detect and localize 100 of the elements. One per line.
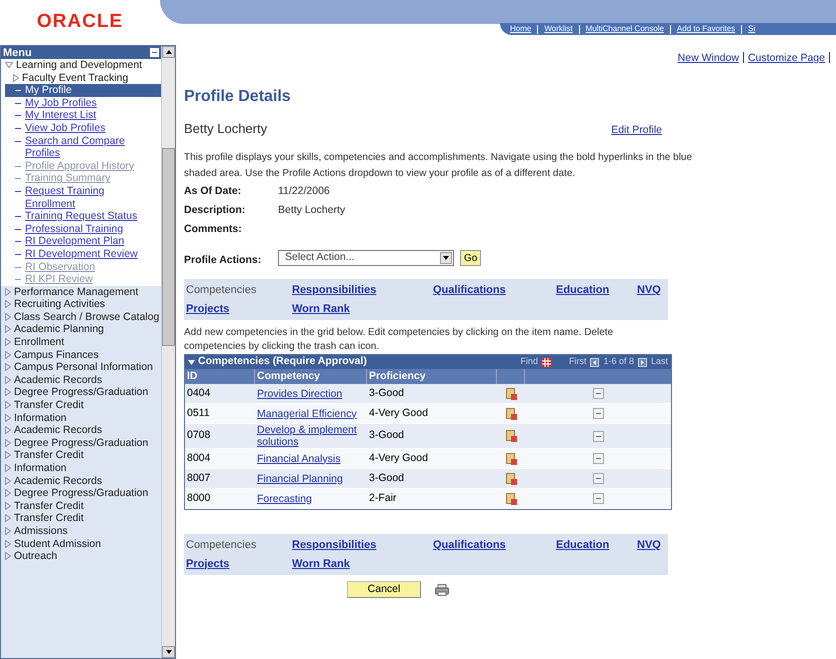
- section-tab[interactable]: NVQ: [637, 282, 667, 298]
- menu-folder[interactable]: Information: [14, 412, 67, 424]
- menu-folder[interactable]: Enrollment: [14, 336, 64, 349]
- table-cell: 0404: [185, 384, 255, 404]
- go-button[interactable]: Go: [460, 250, 482, 266]
- delete-row-icon[interactable]: [592, 388, 604, 399]
- down-arrow-icon[interactable]: [166, 650, 172, 654]
- person-name: Betty Locherty: [184, 120, 268, 138]
- menu-link[interactable]: Search and Compare Profiles: [5, 134, 161, 160]
- section-tab[interactable]: Competencies: [186, 537, 292, 554]
- menu-link[interactable]: My Job Profiles: [5, 96, 161, 110]
- edit-document-icon[interactable]: [506, 492, 516, 504]
- menu-folder[interactable]: Recruiting Activities: [14, 298, 106, 311]
- edit-profile-link[interactable]: Edit Profile: [611, 122, 662, 138]
- menu-link[interactable]: Professional Training: [5, 222, 161, 236]
- header-link[interactable]: Worklist: [544, 23, 573, 35]
- menu-title: Menu: [3, 46, 32, 58]
- edit-document-icon[interactable]: [506, 388, 516, 400]
- table-cell: 3-Good: [367, 384, 497, 404]
- menu-link[interactable]: View Job Profiles: [5, 122, 161, 135]
- previous-arrow-icon[interactable]: [590, 358, 600, 366]
- menu-folder[interactable]: Academic Records: [14, 424, 102, 437]
- edit-document-icon[interactable]: [506, 472, 516, 484]
- scrollbar[interactable]: [161, 46, 175, 658]
- table-cell: 4-Very Good: [367, 404, 497, 424]
- section-tab[interactable]: Worn Rank: [292, 556, 433, 572]
- menu-folder[interactable]: Faculty Event Tracking: [22, 72, 128, 84]
- menu-folder[interactable]: Degree Progress/Graduation: [14, 436, 148, 450]
- menu-folder[interactable]: Transfer Credit: [14, 512, 84, 525]
- find-link[interactable]: Find: [520, 355, 538, 369]
- section-tab[interactable]: Qualifications: [433, 282, 556, 298]
- page-link[interactable]: Customize Page: [748, 51, 825, 67]
- edit-document-icon[interactable]: [506, 408, 516, 420]
- delete-row-icon[interactable]: [592, 408, 604, 419]
- table-cell: 8000: [185, 489, 255, 509]
- section-tab[interactable]: Worn Rank: [292, 300, 433, 317]
- menu-link[interactable]: My Profile: [5, 84, 161, 97]
- section-tab[interactable]: NVQ: [637, 537, 667, 554]
- menu-link[interactable]: RI Development Review: [5, 248, 161, 260]
- section-tab[interactable]: Qualifications: [433, 537, 556, 554]
- table-cell: 4-Very Good: [367, 449, 497, 469]
- delete-row-icon[interactable]: [592, 430, 604, 442]
- dash-icon: [15, 128, 21, 130]
- menu-link[interactable]: My Interest List: [5, 109, 161, 122]
- menu-folder[interactable]: Transfer Credit: [14, 500, 84, 512]
- menu-folder[interactable]: Performance Management: [14, 286, 138, 298]
- menu-folder[interactable]: Degree Progress/Graduation: [14, 487, 148, 500]
- cancel-button[interactable]: Cancel: [347, 581, 421, 598]
- next-arrow-icon[interactable]: [638, 358, 647, 366]
- menu-folder[interactable]: Campus Personal Information: [14, 361, 153, 374]
- menu-link[interactable]: RI Development Plan: [5, 235, 161, 248]
- printer-icon[interactable]: [435, 584, 449, 596]
- dash-icon: [15, 166, 21, 168]
- header-link[interactable]: Si: [748, 23, 756, 35]
- menu-link[interactable]: Training Request Status: [5, 210, 161, 223]
- table-cell: 3-Good: [367, 469, 497, 489]
- page-link[interactable]: New Window: [678, 51, 739, 67]
- table-cell: 2-Fair: [367, 489, 497, 509]
- collapse-icon[interactable]: [150, 48, 159, 57]
- menu-folder[interactable]: Academic Records: [14, 474, 102, 488]
- edit-document-icon[interactable]: [506, 430, 516, 442]
- menu-folder[interactable]: Class Search / Browse Catalog: [14, 310, 160, 324]
- section-tab[interactable]: Projects: [186, 556, 292, 572]
- menu-folder[interactable]: Learning and Development: [16, 59, 142, 72]
- first-link[interactable]: First: [568, 355, 586, 369]
- menu-folder[interactable]: Transfer Credit: [14, 449, 84, 462]
- grid-view-icon[interactable]: [542, 358, 551, 366]
- menu-folder[interactable]: Outreach: [14, 550, 58, 563]
- menu-folder[interactable]: Degree Progress/Graduation: [14, 386, 148, 400]
- menu-folder[interactable]: Campus Finances: [14, 348, 99, 362]
- section-tab[interactable]: Projects: [186, 300, 292, 317]
- header-link[interactable]: Add to Favorites: [676, 23, 736, 35]
- section-tab[interactable]: Responsibilities: [292, 282, 433, 298]
- up-arrow-icon[interactable]: [166, 50, 172, 54]
- menu-folder[interactable]: Academic Records: [14, 374, 102, 386]
- section-tab[interactable]: Responsibilities: [292, 537, 433, 554]
- table-cell: 8004: [185, 449, 255, 469]
- action-dropdown[interactable]: Select Action...: [278, 250, 454, 266]
- header-link[interactable]: MultiChannel Console: [586, 23, 664, 35]
- collapse-triangle-icon[interactable]: [188, 360, 195, 364]
- menu-link[interactable]: Request Training Enrollment: [5, 184, 161, 210]
- menu-folder[interactable]: Information: [14, 462, 67, 475]
- section-tab[interactable]: Competencies: [186, 282, 292, 298]
- menu-folder[interactable]: Student Admission: [14, 538, 101, 550]
- section-tab[interactable]: Education: [556, 282, 637, 298]
- delete-row-icon[interactable]: [592, 453, 604, 464]
- table-cell: 0708: [185, 424, 255, 449]
- page-title: Profile Details: [184, 86, 292, 107]
- menu-folder[interactable]: Transfer Credit: [14, 399, 84, 412]
- competency-link[interactable]: Develop & implement solutions: [257, 424, 365, 448]
- menu-folder[interactable]: Academic Planning: [14, 323, 104, 336]
- edit-document-icon[interactable]: [506, 452, 516, 464]
- delete-row-icon[interactable]: [592, 493, 604, 504]
- header-link[interactable]: Home: [510, 23, 532, 35]
- section-tab[interactable]: Education: [556, 537, 637, 554]
- menu-folder[interactable]: Admissions: [14, 524, 68, 538]
- dash-icon: [15, 102, 21, 105]
- last-link[interactable]: Last: [650, 355, 668, 369]
- column-header: Proficiency: [367, 369, 497, 384]
- delete-row-icon[interactable]: [592, 473, 604, 484]
